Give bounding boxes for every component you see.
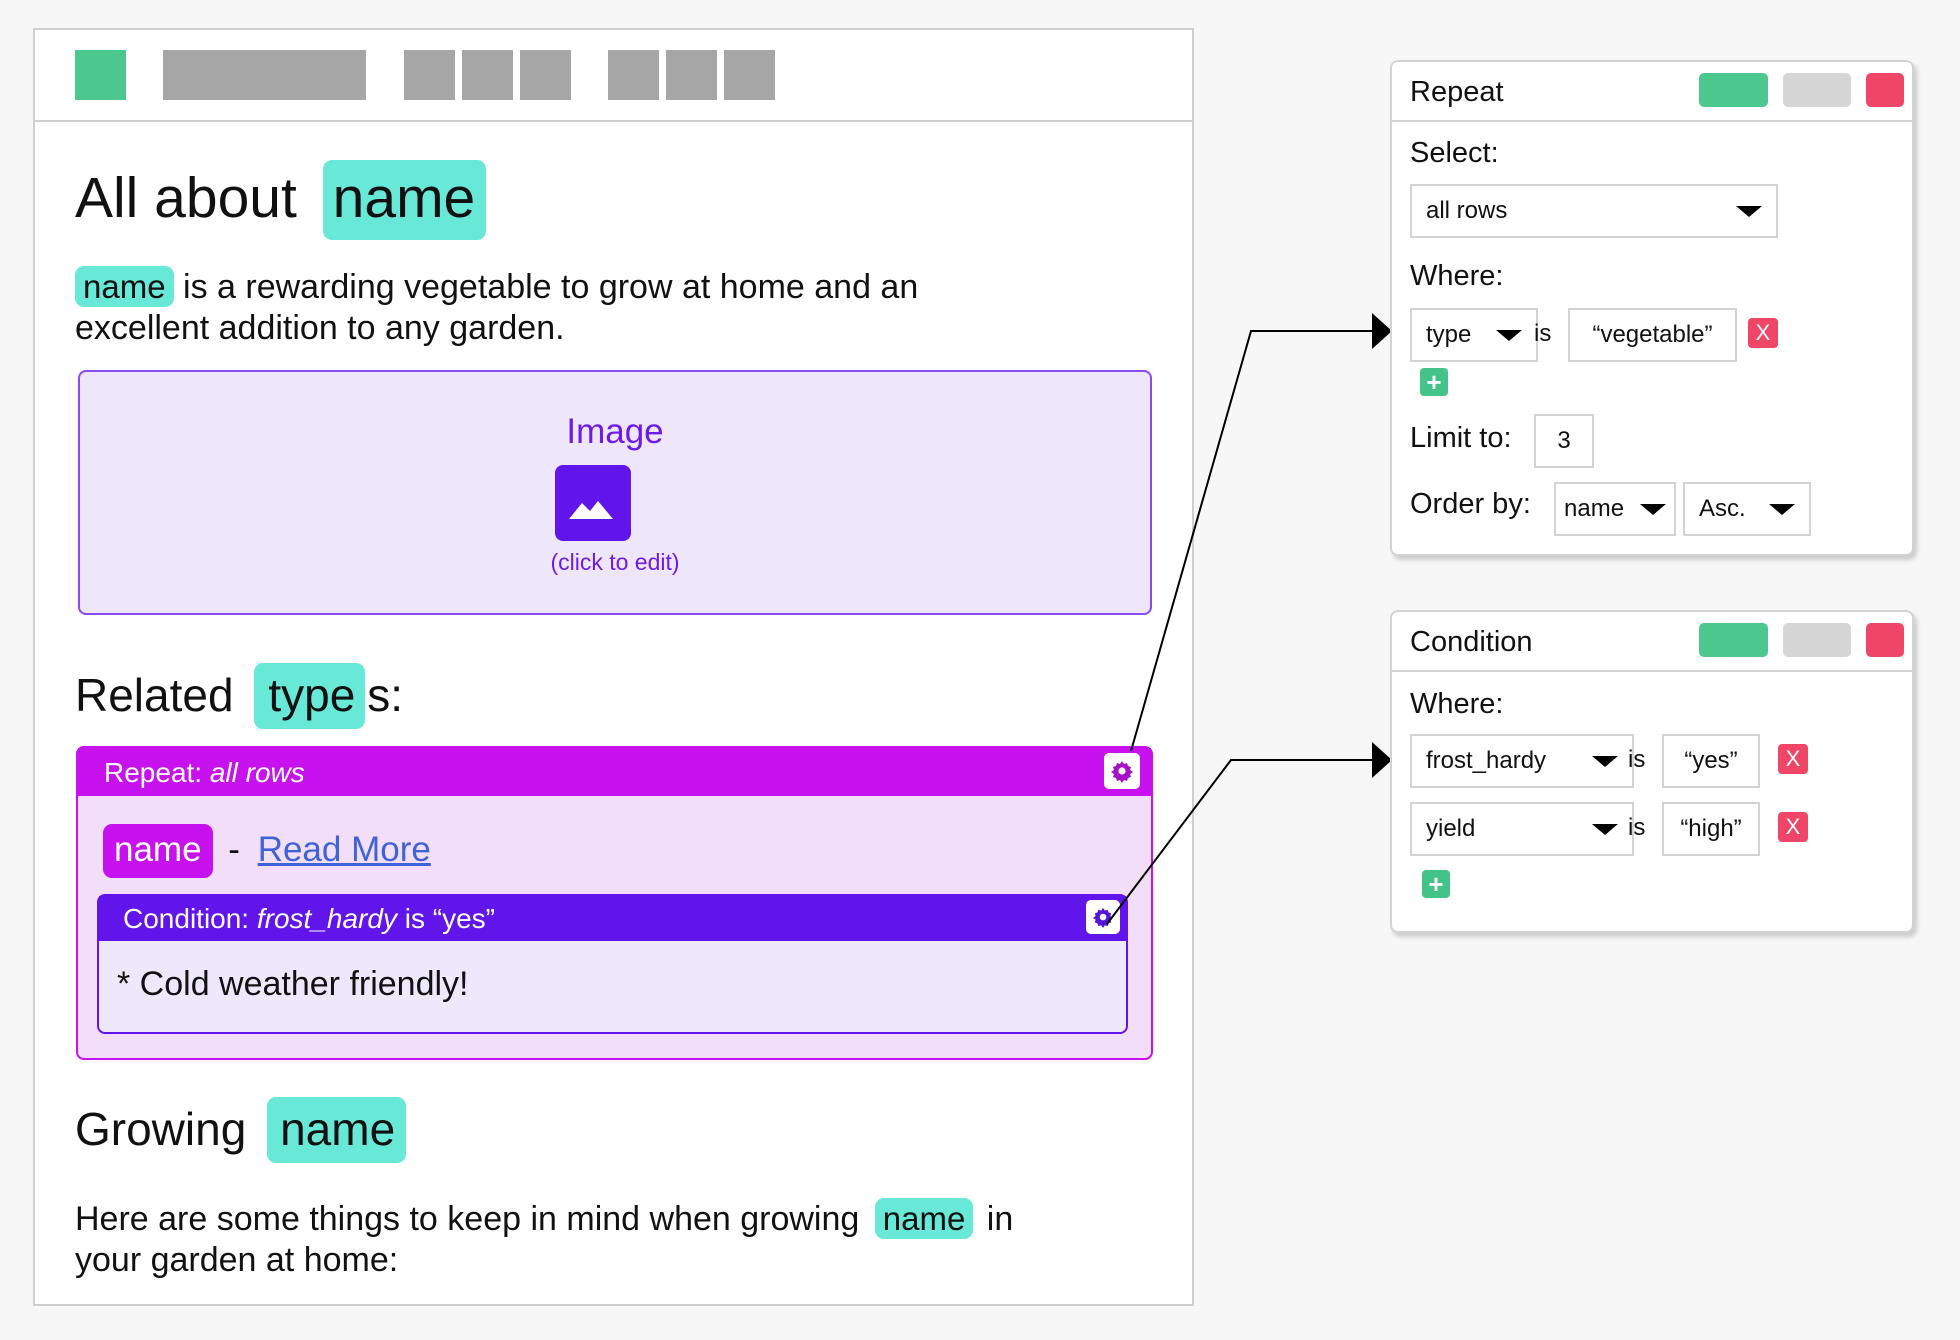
condition-panel-close-button[interactable]: [1866, 623, 1904, 657]
related-suffix: s:: [367, 669, 404, 721]
select-label: Select:: [1410, 137, 1499, 169]
add-condition-button[interactable]: +: [1422, 870, 1450, 898]
chevron-down-icon: [1640, 504, 1666, 515]
repeat-panel-ok-button[interactable]: [1699, 73, 1768, 107]
limit-input[interactable]: 3: [1534, 414, 1594, 468]
condition-where-label: Where:: [1410, 688, 1504, 720]
repeat-separator: -: [228, 830, 240, 869]
condition-block[interactable]: Condition: frost_hardy is “yes” * Cold w…: [97, 894, 1128, 1034]
toolbar-button-1[interactable]: [404, 50, 455, 100]
chevron-down-icon: [1592, 824, 1618, 835]
repeat-block[interactable]: Repeat: all rows name - Read More Condit…: [76, 746, 1153, 1060]
image-label: Image: [566, 412, 664, 451]
intro-line1: is a rewarding vegetable to grow at home…: [183, 268, 919, 306]
growing-inline-name-token[interactable]: name: [874, 1198, 974, 1239]
growing-line2: your garden at home:: [75, 1241, 399, 1279]
remove-condition-button[interactable]: X: [1748, 318, 1778, 348]
logo-icon[interactable]: [75, 50, 126, 100]
where-field-dropdown[interactable]: type: [1410, 308, 1538, 362]
image-icon: [555, 465, 631, 541]
repeat-panel: Repeat Select: all rows Where: type is “…: [1390, 60, 1914, 556]
condition-field-value-1: frost_hardy: [1426, 747, 1547, 774]
toolbar-button-3[interactable]: [520, 50, 571, 100]
related-text: Related: [75, 669, 234, 721]
title-text: All about: [75, 166, 297, 230]
growing-paragraph: Here are some things to keep in mind whe…: [75, 1198, 1013, 1281]
repeat-panel-header: Repeat: [1392, 62, 1912, 122]
read-more-link[interactable]: Read More: [258, 830, 431, 869]
condition-panel-header: Condition: [1392, 612, 1912, 672]
select-value: all rows: [1426, 197, 1508, 224]
toolbar-button-2[interactable]: [462, 50, 513, 100]
growing-heading: Growing name: [75, 1097, 407, 1163]
toolbar: [35, 30, 1192, 122]
condition-header-op: is: [404, 903, 425, 934]
intro-line2: excellent addition to any garden.: [75, 309, 565, 347]
page-canvas: All about name name is a rewarding veget…: [33, 28, 1194, 1306]
condition-header-label: Condition:: [123, 903, 250, 934]
repeat-panel-cancel-button[interactable]: [1783, 73, 1851, 107]
condition-panel-cancel-button[interactable]: [1783, 623, 1851, 657]
page-title: All about name: [75, 160, 487, 240]
select-dropdown[interactable]: all rows: [1410, 184, 1778, 238]
repeat-name-token[interactable]: name: [103, 824, 213, 878]
condition-value-field-1[interactable]: “yes”: [1662, 734, 1760, 788]
related-type-token[interactable]: type: [254, 663, 366, 729]
order-direction-dropdown[interactable]: Asc.: [1683, 482, 1811, 536]
growing-line1-end: in: [986, 1200, 1014, 1238]
growing-line1: Here are some things to keep in mind whe…: [75, 1200, 860, 1238]
chevron-down-icon: [1736, 206, 1762, 217]
related-heading: Related type s:: [75, 663, 403, 729]
chevron-down-icon: [1592, 756, 1618, 767]
order-field-value: name: [1564, 495, 1625, 522]
image-hint: (click to edit): [550, 549, 680, 575]
chevron-down-icon: [1496, 330, 1522, 341]
toolbar-button-5[interactable]: [666, 50, 717, 100]
limit-label: Limit to:: [1410, 422, 1512, 454]
order-by-label: Order by:: [1410, 488, 1531, 520]
remove-condition-button-2[interactable]: X: [1778, 812, 1808, 842]
condition-value-field-2[interactable]: “high”: [1662, 802, 1760, 856]
repeat-header-value: all rows: [209, 757, 305, 788]
image-block[interactable]: Image (click to edit): [78, 370, 1152, 615]
condition-body: * Cold weather friendly!: [117, 965, 469, 1003]
condition-header-value: “yes”: [432, 903, 495, 934]
chevron-down-icon: [1769, 504, 1795, 515]
condition-field-dropdown-2[interactable]: yield: [1410, 802, 1634, 856]
where-label: Where:: [1410, 260, 1504, 292]
condition-field-value-2: yield: [1426, 815, 1476, 842]
toolbar-wide-button[interactable]: [163, 50, 366, 100]
condition-operator-2: is: [1628, 814, 1646, 841]
repeat-row: name - Read More: [103, 824, 431, 878]
order-direction-value: Asc.: [1699, 495, 1746, 522]
condition-operator-1: is: [1628, 746, 1646, 773]
repeat-header: Repeat: all rows: [78, 748, 1151, 796]
intro-paragraph: name is a rewarding vegetable to grow at…: [75, 266, 918, 349]
intro-name-token[interactable]: name: [75, 266, 174, 307]
condition-panel: Condition Where: frost_hardy is “yes” X …: [1390, 610, 1914, 933]
repeat-gear-icon[interactable]: [1104, 753, 1140, 789]
condition-header-field: frost_hardy: [256, 903, 397, 934]
toolbar-button-4[interactable]: [608, 50, 659, 100]
where-value-field[interactable]: “vegetable”: [1568, 308, 1737, 362]
condition-panel-ok-button[interactable]: [1699, 623, 1768, 657]
add-condition-button[interactable]: +: [1420, 368, 1448, 396]
repeat-panel-title: Repeat: [1410, 76, 1504, 108]
title-name-token[interactable]: name: [322, 160, 487, 240]
remove-condition-button-1[interactable]: X: [1778, 744, 1808, 774]
order-field-dropdown[interactable]: name: [1554, 482, 1676, 536]
where-field-value: type: [1426, 321, 1472, 348]
growing-name-token[interactable]: name: [267, 1097, 407, 1163]
where-operator: is: [1534, 320, 1552, 347]
repeat-panel-close-button[interactable]: [1866, 73, 1904, 107]
repeat-header-label: Repeat:: [104, 757, 203, 788]
growing-text: Growing: [75, 1103, 247, 1155]
condition-panel-title: Condition: [1410, 626, 1533, 658]
toolbar-button-6[interactable]: [724, 50, 775, 100]
condition-gear-icon[interactable]: [1086, 900, 1120, 934]
condition-header: Condition: frost_hardy is “yes”: [99, 896, 1126, 941]
condition-field-dropdown-1[interactable]: frost_hardy: [1410, 734, 1634, 788]
